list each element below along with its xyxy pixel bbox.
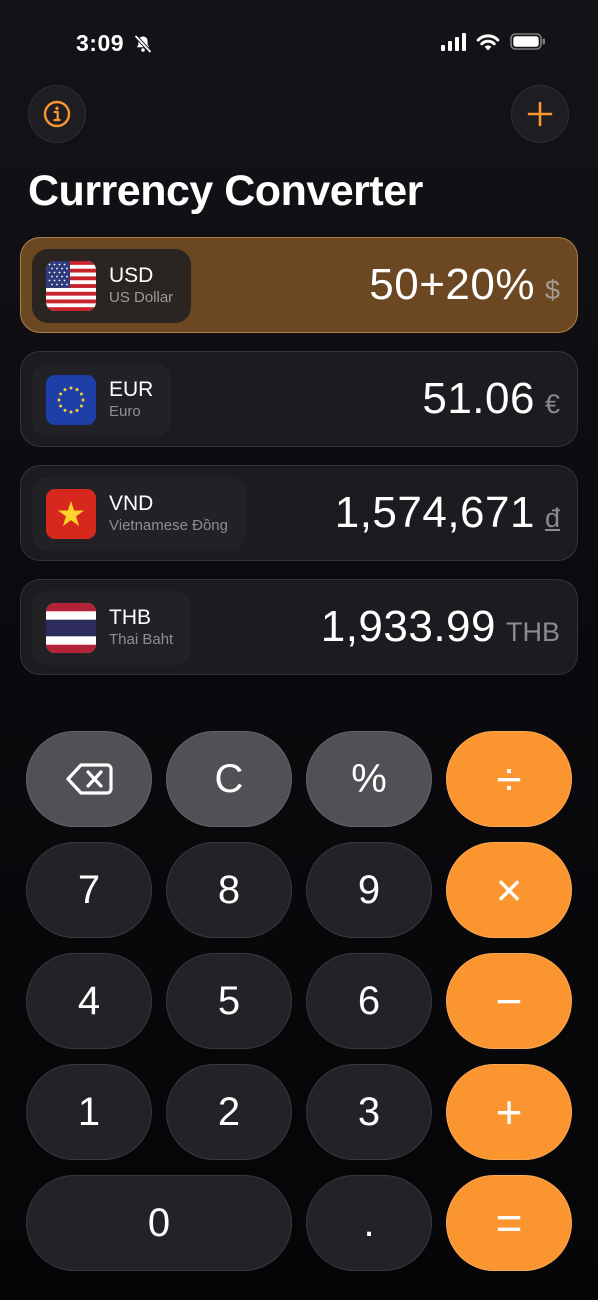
currency-name: Euro <box>109 403 141 420</box>
vietnam-flag-icon <box>46 489 96 539</box>
eu-flag-icon <box>46 375 96 425</box>
bell-slash-icon <box>134 35 152 53</box>
minus-button[interactable]: − <box>446 953 572 1049</box>
us-flag-icon <box>46 261 96 311</box>
clear-button[interactable]: C <box>166 731 292 827</box>
digit-5-button[interactable]: 5 <box>166 953 292 1049</box>
currency-card-eur[interactable]: EUR Euro 51.06 € <box>20 351 578 447</box>
plus-icon <box>527 101 553 127</box>
currency-card-thb[interactable]: THB Thai Baht 1,933.99 THB <box>20 579 578 675</box>
currency-code: THB <box>109 606 151 629</box>
page-title: Currency Converter <box>28 167 423 215</box>
currency-selector-thb[interactable]: THB Thai Baht <box>32 591 192 665</box>
info-icon <box>43 100 71 128</box>
equals-button[interactable]: = <box>446 1175 572 1271</box>
currency-name: US Dollar <box>109 289 174 306</box>
currency-symbol: € <box>544 388 560 419</box>
currency-symbol: đ <box>544 502 560 533</box>
digit-1-button[interactable]: 1 <box>26 1064 152 1160</box>
currency-name: Thai Baht <box>109 631 174 648</box>
status-time: 3:09 <box>76 30 125 56</box>
currency-code: VND <box>109 492 154 515</box>
digit-3-button[interactable]: 3 <box>306 1064 432 1160</box>
digit-0-button[interactable]: 0 <box>26 1175 292 1271</box>
digit-7-button[interactable]: 7 <box>26 842 152 938</box>
digit-2-button[interactable]: 2 <box>166 1064 292 1160</box>
battery-icon <box>510 33 545 50</box>
currency-amount: 50+20% <box>369 260 535 309</box>
digit-8-button[interactable]: 8 <box>166 842 292 938</box>
add-currency-button[interactable] <box>511 85 569 143</box>
currency-amount: 1,574,671 <box>334 488 535 537</box>
plus-button[interactable]: + <box>446 1064 572 1160</box>
currency-card-usd[interactable]: USD US Dollar 50+20% $ <box>20 237 578 333</box>
currency-code: EUR <box>109 378 154 401</box>
digit-6-button[interactable]: 6 <box>306 953 432 1049</box>
wifi-icon <box>476 34 500 51</box>
status-icons <box>441 32 546 51</box>
currency-symbol: THB <box>506 616 560 647</box>
divide-button[interactable]: ÷ <box>446 731 572 827</box>
backspace-icon <box>66 763 113 795</box>
currency-symbol: $ <box>544 274 560 305</box>
currency-selector-vnd[interactable]: VND Vietnamese Đồng <box>32 477 246 551</box>
cellular-signal-icon <box>441 32 466 51</box>
currency-amount: 1,933.99 <box>320 602 496 651</box>
currency-selector-eur[interactable]: EUR Euro <box>32 363 172 437</box>
currency-amount: 51.06 <box>422 374 535 423</box>
info-button[interactable] <box>28 85 86 143</box>
currency-name: Vietnamese Đồng <box>109 517 228 534</box>
currency-selector-usd[interactable]: USD US Dollar <box>32 249 192 323</box>
backspace-button[interactable] <box>26 731 152 827</box>
digit-9-button[interactable]: 9 <box>306 842 432 938</box>
percent-button[interactable]: % <box>306 731 432 827</box>
currency-card-vnd[interactable]: VND Vietnamese Đồng 1,574,671 đ <box>20 465 578 561</box>
currency-code: USD <box>109 264 154 287</box>
thailand-flag-icon <box>46 603 96 653</box>
multiply-button[interactable]: × <box>446 842 572 938</box>
digit-4-button[interactable]: 4 <box>26 953 152 1049</box>
decimal-button[interactable]: . <box>306 1175 432 1271</box>
